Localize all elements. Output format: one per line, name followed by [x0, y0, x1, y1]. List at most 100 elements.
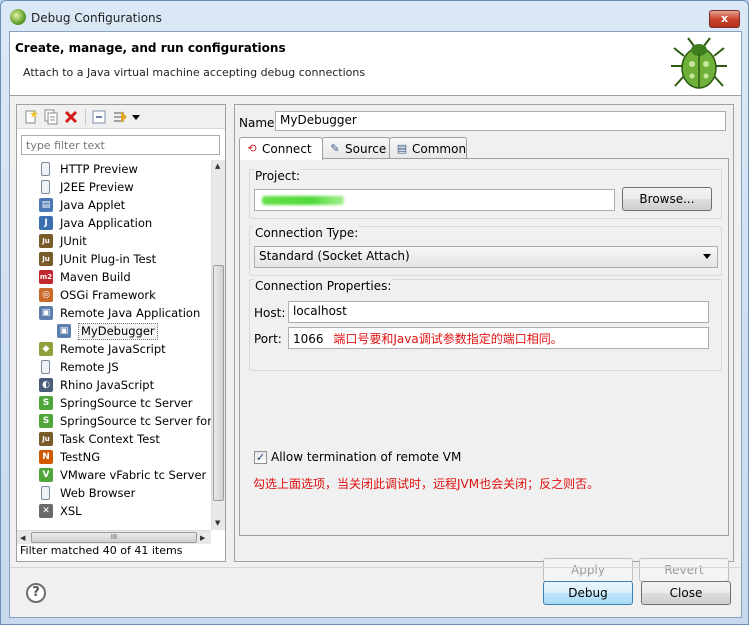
tree-item-label: Web Browser: [60, 486, 136, 500]
port-field[interactable]: 1066 端口号要和Java调试参数指定的端口相同。: [288, 327, 709, 349]
new-configuration-icon[interactable]: [23, 109, 39, 125]
chevron-down-icon[interactable]: [131, 109, 141, 125]
tree-item-label: JUnit: [60, 234, 87, 248]
junit-plugin-icon: Ju: [39, 252, 53, 266]
tree-item-label: SpringSource tc Server: [60, 396, 193, 410]
debug-config-icon: ▣: [57, 324, 71, 338]
collapse-all-icon[interactable]: [91, 109, 107, 125]
name-field[interactable]: MyDebugger: [275, 111, 726, 131]
page-icon: [41, 180, 50, 194]
tree-item-label: HTTP Preview: [60, 162, 138, 176]
help-icon[interactable]: ?: [26, 583, 46, 603]
name-label: Name:: [239, 116, 279, 130]
port-annotation: 端口号要和Java调试参数指定的端口相同。: [333, 332, 563, 346]
port-label: Port:: [254, 332, 282, 346]
tree-item-label: Java Application: [60, 216, 153, 230]
allow-termination-label[interactable]: Allow termination of remote VM: [271, 450, 461, 464]
host-label: Host:: [254, 306, 286, 320]
remote-js-icon: ◆: [39, 342, 53, 356]
rhino-icon: ◐: [39, 378, 53, 392]
project-group: Project: Browse...: [249, 169, 722, 219]
revert-button[interactable]: Revert: [639, 558, 729, 582]
tab-connect[interactable]: ⟲ Connect: [239, 137, 323, 160]
connect-tab-content: Project: Browse... Connection Type: Stan…: [239, 158, 729, 536]
tree-item-label: J2EE Preview: [60, 180, 134, 194]
tab-connect-label: Connect: [262, 142, 312, 156]
window-title: Debug Configurations: [31, 11, 162, 25]
vfabric-icon: V: [39, 468, 53, 482]
scroll-right-arrow-icon[interactable]: ▶: [200, 534, 205, 542]
scroll-left-arrow-icon[interactable]: ◀: [20, 534, 25, 542]
tree-vertical-scrollbar[interactable]: ▲ ▼: [211, 160, 225, 530]
footer-divider: [10, 567, 741, 568]
tree-item-label: Remote Java Application: [60, 306, 201, 320]
spring-icon: S: [39, 414, 53, 428]
horizontal-scroll-thumb[interactable]: III: [31, 532, 197, 543]
scroll-down-arrow-icon[interactable]: ▼: [215, 519, 220, 527]
apply-button[interactable]: Apply: [543, 558, 633, 582]
delete-configuration-icon[interactable]: [63, 109, 79, 125]
connection-type-select[interactable]: Standard (Socket Attach): [254, 246, 718, 268]
title-bar[interactable]: Debug Configurations x: [1, 1, 748, 31]
termination-annotation: 勾选上面选项，当关闭此调试时，远程JVM也会关闭；反之则否。: [253, 477, 600, 491]
connection-properties-group: Connection Properties: Host: localhost P…: [249, 279, 722, 371]
remote-java-icon: ▣: [39, 306, 53, 320]
spring-icon: S: [39, 396, 53, 410]
bug-icon: [671, 37, 727, 89]
toolbar-separator: [85, 109, 86, 125]
tree-item-label: XSL: [60, 504, 82, 518]
tree-item-label: JUnit Plug-in Test: [60, 252, 157, 266]
tab-common[interactable]: ▤ Common: [389, 137, 467, 159]
host-field[interactable]: localhost: [288, 301, 709, 323]
dialog-client: Create, manage, and run configurations A…: [9, 31, 742, 618]
connect-icon: ⟲: [247, 142, 257, 155]
tree-item-label: Maven Build: [60, 270, 131, 284]
tree-item-label: Java Applet: [60, 198, 126, 212]
close-button[interactable]: Close: [641, 581, 731, 605]
browser-icon: [41, 486, 50, 500]
debug-configurations-window: Debug Configurations x Create, manage, a…: [0, 0, 749, 625]
testng-icon: N: [39, 450, 53, 464]
header-title: Create, manage, and run configurations: [15, 41, 286, 55]
connection-type-value: Standard (Socket Attach): [259, 249, 410, 263]
configuration-tree[interactable]: HTTP Preview J2EE Preview ▤ Java Applet J Jav…: [17, 160, 211, 530]
filter-input[interactable]: [21, 135, 220, 155]
redacted-project-name: [262, 196, 344, 205]
tree-item-label: TestNG: [60, 450, 101, 464]
java-app-icon: J: [39, 216, 53, 230]
filter-configurations-icon[interactable]: [112, 109, 128, 125]
page-icon: [41, 162, 50, 176]
tab-source[interactable]: ✎ Source: [322, 137, 390, 159]
remote-js2-icon: [41, 360, 50, 374]
junit-icon: Ju: [39, 234, 53, 248]
tree-item-label: VMware vFabric tc Server: [60, 468, 207, 482]
header-subtitle: Attach to a Java virtual machine accepti…: [23, 66, 366, 79]
tree-item-label: Remote JavaScript: [60, 342, 166, 356]
common-icon: ▤: [396, 142, 408, 155]
connection-type-group: Connection Type: Standard (Socket Attach…: [249, 226, 722, 276]
dialog-header: Create, manage, and run configurations A…: [10, 32, 741, 96]
tree-item-label: SpringSource tc Server for: [60, 414, 211, 428]
configuration-editor: Name: MyDebugger ⟲ Connect ✎ Source ▤ Co…: [234, 104, 734, 582]
task-test-icon: Ju: [39, 432, 53, 446]
project-field[interactable]: [254, 189, 615, 211]
osgi-icon: ◎: [39, 288, 53, 302]
close-window-button[interactable]: x: [709, 10, 740, 28]
scroll-up-arrow-icon[interactable]: ▲: [215, 162, 220, 170]
filter-status: Filter matched 40 of 41 items: [20, 544, 183, 557]
connection-type-label: Connection Type:: [254, 226, 360, 240]
applet-icon: ▤: [39, 198, 53, 212]
debug-button[interactable]: Debug: [543, 581, 633, 605]
duplicate-configuration-icon[interactable]: [43, 109, 59, 125]
browse-button[interactable]: Browse...: [622, 187, 712, 211]
allow-termination-checkbox[interactable]: ✓: [254, 451, 267, 464]
maven-icon: m2: [39, 270, 53, 284]
tree-item-label: MyDebugger: [78, 323, 158, 340]
connection-properties-label: Connection Properties:: [254, 279, 393, 293]
tree-horizontal-scrollbar[interactable]: ◀ III ▶: [17, 530, 211, 544]
tree-item-label: Rhino JavaScript: [60, 378, 155, 392]
vertical-scroll-thumb[interactable]: [213, 265, 224, 501]
tree-toolbar: [17, 105, 225, 129]
port-value: 1066: [293, 332, 324, 346]
tree-item-label: Task Context Test: [60, 432, 160, 446]
